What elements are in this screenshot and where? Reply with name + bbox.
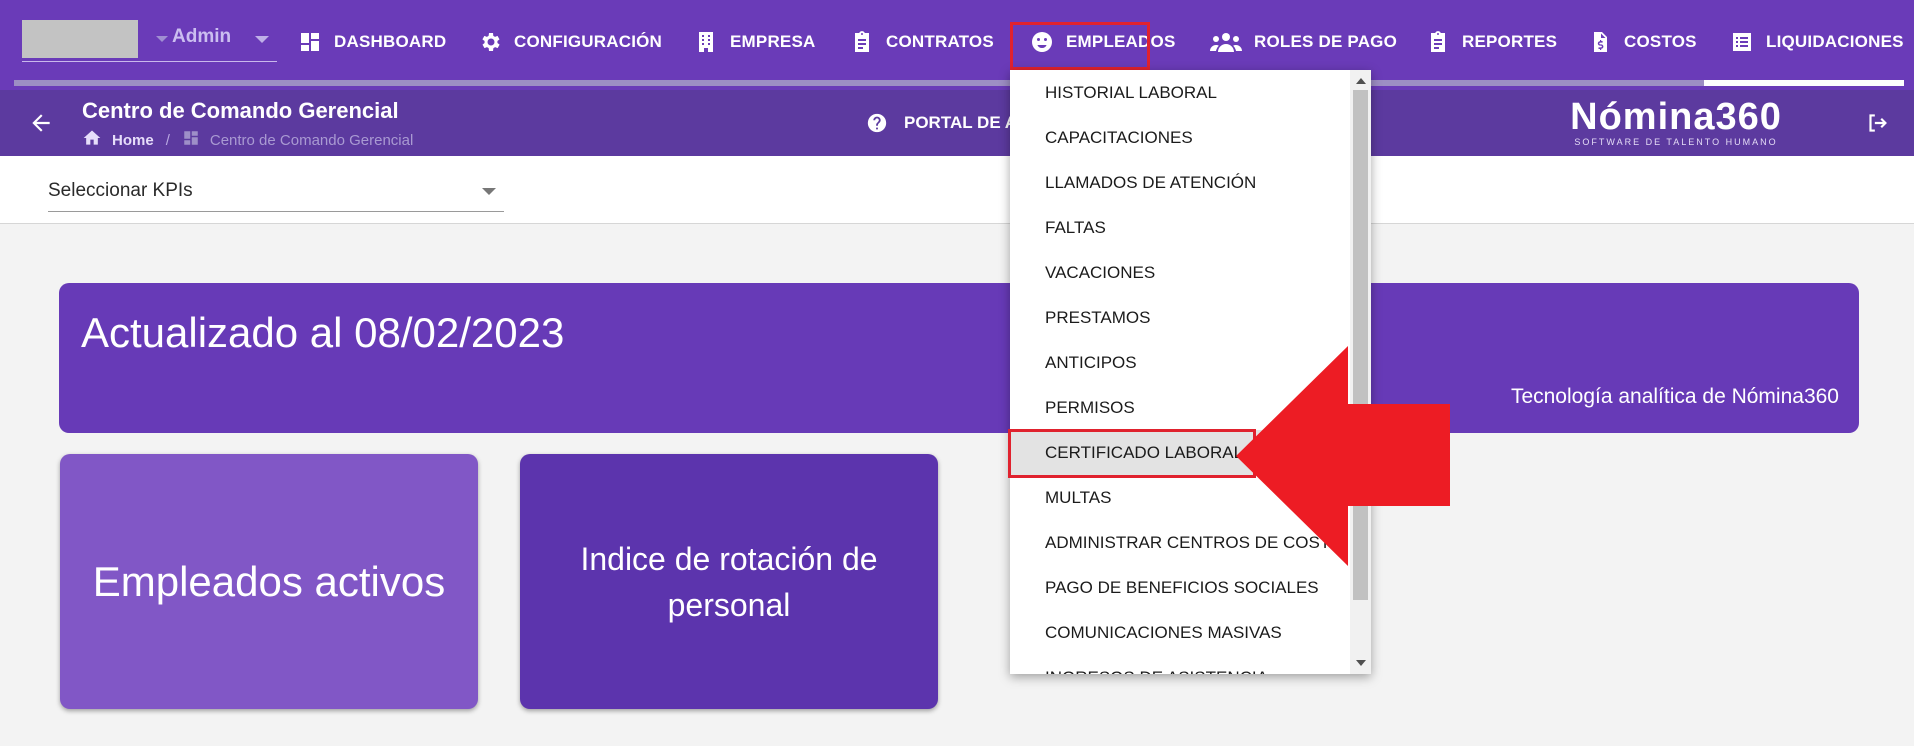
menu-item-pago-de-beneficios-sociales[interactable]: PAGO DE BENEFICIOS SOCIALES [1010, 565, 1350, 610]
nav-label: ROLES DE PAGO [1254, 32, 1398, 51]
menu-item-prestamos[interactable]: PRESTAMOS [1010, 295, 1350, 340]
nav-dashboard[interactable]: DASHBOARD [298, 22, 446, 62]
scroll-up-arrow-icon[interactable] [1356, 78, 1366, 84]
back-arrow-icon[interactable] [28, 110, 54, 136]
nav-liquidaciones[interactable]: LIQUIDACIONES [1730, 22, 1904, 62]
top-navigation-bar: Admin DASHBOARD CONFIGURACIÓN EMPRESA CO… [0, 0, 1914, 90]
logout-icon[interactable] [1864, 110, 1890, 136]
menu-item-llamados-de-atencion[interactable]: LLAMADOS DE ATENCIÓN [1010, 160, 1350, 205]
kpi-card-label: Indice de rotación de personal [580, 540, 878, 623]
nav-label: DASHBOARD [334, 32, 447, 51]
nav-empleados-highlight [1010, 22, 1150, 70]
banner-title: Actualizado al 08/02/2023 [81, 309, 565, 356]
clipboard-icon [1426, 30, 1450, 54]
kpi-card-empleados-activos[interactable]: Empleados activos [60, 454, 478, 709]
brand-logo: Nómina360 SOFTWARE DE TALENTO HUMANO [1566, 96, 1786, 147]
page-title: Centro de Comando Gerencial [82, 98, 399, 123]
portal-label: PORTAL DE A [904, 113, 1018, 132]
gear-icon [478, 30, 502, 54]
avatar [22, 20, 138, 58]
chevron-down-icon[interactable] [482, 188, 496, 195]
kpi-filter-bar: Seleccionar KPIs [0, 156, 1914, 224]
nav-label: REPORTES [1462, 32, 1558, 51]
user-name: Admin [172, 26, 232, 47]
clipboard-icon [850, 30, 874, 54]
nav-label: CONFIGURACIÓN [514, 32, 663, 51]
kpi-card-indice-rotacion[interactable]: Indice de rotación de personal [520, 454, 938, 709]
nav-progress-bar [14, 80, 1904, 86]
portal-link[interactable]: PORTAL DE A [866, 112, 1017, 134]
update-banner: Actualizado al 08/02/2023 Tecnología ana… [59, 283, 1859, 433]
dashboard-icon [182, 129, 200, 151]
nav-reportes[interactable]: REPORTES [1426, 22, 1557, 62]
brand-tagline: SOFTWARE DE TALENTO HUMANO [1574, 137, 1778, 147]
nav-roles-de-pago[interactable]: ROLES DE PAGO [1210, 22, 1397, 62]
dashboard-icon [298, 30, 322, 54]
nav-progress-active [1704, 80, 1904, 86]
brand-name: Nómina360 [1570, 96, 1782, 138]
home-icon[interactable] [82, 128, 102, 152]
nav-label: EMPRESA [730, 32, 816, 51]
kpi-card-label: Empleados activos [92, 557, 446, 605]
breadcrumb-home[interactable]: Home [112, 132, 154, 149]
nav-label: COSTOS [1624, 32, 1697, 51]
nav-configuracion[interactable]: CONFIGURACIÓN [478, 22, 662, 62]
nav-contratos[interactable]: CONTRATOS [850, 22, 994, 62]
breadcrumb: Home / Centro de Comando Gerencial [82, 128, 413, 152]
user-selector[interactable]: Admin [22, 20, 277, 62]
list-icon [1730, 30, 1754, 54]
user-chevron-down-icon [156, 36, 168, 42]
nav-label: CONTRATOS [886, 32, 994, 51]
certificado-laboral-highlight [1008, 429, 1256, 478]
menu-item-vacaciones[interactable]: VACACIONES [1010, 250, 1350, 295]
kpi-select-label: Seleccionar KPIs [48, 180, 193, 201]
scroll-down-arrow-icon[interactable] [1356, 660, 1366, 666]
annotation-arrow-icon [1236, 346, 1450, 566]
menu-item-ingresos-de-asistencia[interactable]: INGRESOS DE ASISTENCIA [1010, 655, 1350, 674]
kpi-select[interactable]: Seleccionar KPIs [48, 176, 504, 212]
help-icon [867, 113, 887, 133]
building-icon [694, 30, 718, 54]
breadcrumb-current: Centro de Comando Gerencial [209, 131, 414, 149]
invoice-icon [1588, 30, 1612, 54]
page-header: Centro de Comando Gerencial Home / Centr… [0, 90, 1914, 156]
nav-costos[interactable]: COSTOS [1588, 22, 1697, 62]
banner-subtitle: Tecnología analítica de Nómina360 [1510, 385, 1839, 408]
people-icon [1210, 30, 1242, 54]
nav-label: LIQUIDACIONES [1766, 32, 1904, 51]
breadcrumb-separator: / [165, 131, 170, 149]
menu-item-faltas[interactable]: FALTAS [1010, 205, 1350, 250]
nav-empresa[interactable]: EMPRESA [694, 22, 815, 62]
menu-item-historial-laboral[interactable]: HISTORIAL LABORAL [1010, 70, 1350, 115]
menu-item-capacitaciones[interactable]: CAPACITACIONES [1010, 115, 1350, 160]
menu-item-comunicaciones-masivas[interactable]: COMUNICACIONES MASIVAS [1010, 610, 1350, 655]
chevron-down-icon[interactable] [255, 36, 269, 43]
